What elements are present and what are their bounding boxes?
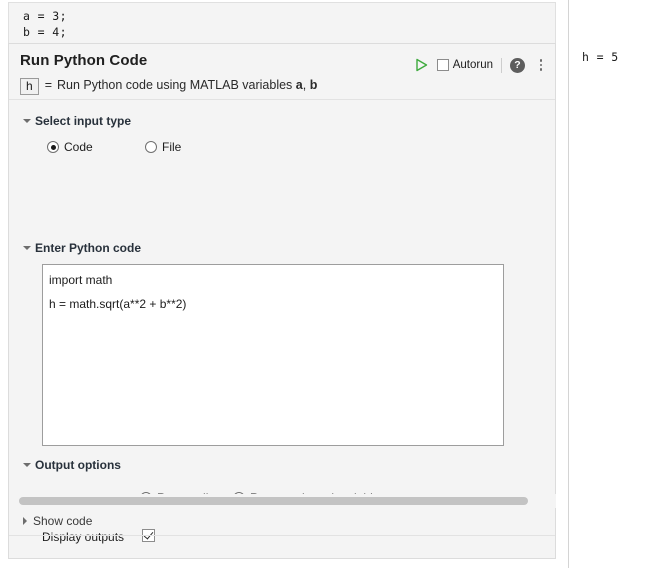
live-editor-screen: a = 3; b = 4; Run Python Code h=Run Pyth…	[0, 0, 645, 568]
chevron-down-icon	[23, 246, 31, 250]
editor-column: a = 3; b = 4; Run Python Code h=Run Pyth…	[8, 0, 558, 568]
run-triangle-icon	[415, 58, 428, 72]
chevron-down-icon	[23, 119, 31, 123]
help-question-icon[interactable]: ?	[510, 58, 525, 73]
output-variable-field[interactable]: h	[20, 78, 39, 95]
chevron-down-icon	[23, 463, 31, 467]
task-header-controls: Autorun ?	[411, 54, 549, 76]
radio-code-control[interactable]	[47, 141, 59, 153]
run-button[interactable]	[411, 55, 433, 75]
output-pane: h = 5	[569, 0, 645, 568]
kebab-dot-3	[540, 68, 543, 71]
task-subtitle: h=Run Python code using MATLAB variables…	[20, 78, 317, 95]
section-header-select-input-type[interactable]: Select input type	[23, 114, 131, 128]
show-code-toggle[interactable]: Show code	[23, 514, 92, 528]
horizontal-scrollbar[interactable]	[10, 494, 556, 508]
section-header-enter-python-code[interactable]: Enter Python code	[23, 241, 141, 255]
python-code-line-1: import math	[49, 273, 503, 287]
kebab-menu-icon[interactable]	[535, 57, 547, 73]
section-label-select-input-type: Select input type	[35, 114, 131, 128]
matlab-code-block[interactable]: a = 3; b = 4;	[8, 2, 556, 43]
task-description-prefix: Run Python code using MATLAB variables	[57, 78, 296, 92]
section-label-enter-python-code: Enter Python code	[35, 241, 141, 255]
show-code-label: Show code	[33, 514, 92, 528]
code-blank-line	[49, 287, 503, 297]
horizontal-scrollbar-thumb[interactable]	[19, 497, 528, 505]
equals-sign: =	[39, 78, 57, 92]
radio-input-type-code[interactable]: Code	[47, 140, 93, 154]
task-variable-separator: ,	[303, 78, 310, 92]
show-code-row[interactable]: Show code	[9, 511, 555, 536]
help-glyph: ?	[514, 60, 520, 71]
matlab-code-line-1: a = 3;	[23, 8, 555, 24]
radio-file-label: File	[162, 140, 181, 154]
task-variable-a: a	[296, 78, 303, 92]
task-variable-b: b	[310, 78, 318, 92]
output-result-text: h = 5	[582, 50, 619, 64]
section-label-output-options: Output options	[35, 458, 121, 472]
kebab-dot-2	[540, 64, 543, 67]
autorun-checkbox[interactable]	[437, 59, 449, 71]
radio-file-control[interactable]	[145, 141, 157, 153]
controls-divider	[501, 58, 502, 73]
autorun-label: Autorun	[453, 59, 493, 71]
section-header-output-options[interactable]: Output options	[23, 458, 121, 472]
radio-code-label: Code	[64, 140, 93, 154]
chevron-right-icon	[23, 517, 27, 525]
run-python-code-task-panel: Run Python Code h=Run Python code using …	[8, 43, 556, 559]
python-code-line-2: h = math.sqrt(a**2 + b**2)	[49, 297, 503, 311]
autorun-toggle[interactable]: Autorun	[437, 59, 493, 71]
python-code-editor[interactable]: import math h = math.sqrt(a**2 + b**2)	[42, 264, 504, 446]
matlab-code-line-2: b = 4;	[23, 24, 555, 40]
kebab-dot-1	[540, 59, 543, 62]
task-header: Run Python Code h=Run Python code using …	[9, 44, 555, 100]
page-title: Run Python Code	[20, 52, 147, 69]
radio-input-type-file[interactable]: File	[145, 140, 181, 154]
